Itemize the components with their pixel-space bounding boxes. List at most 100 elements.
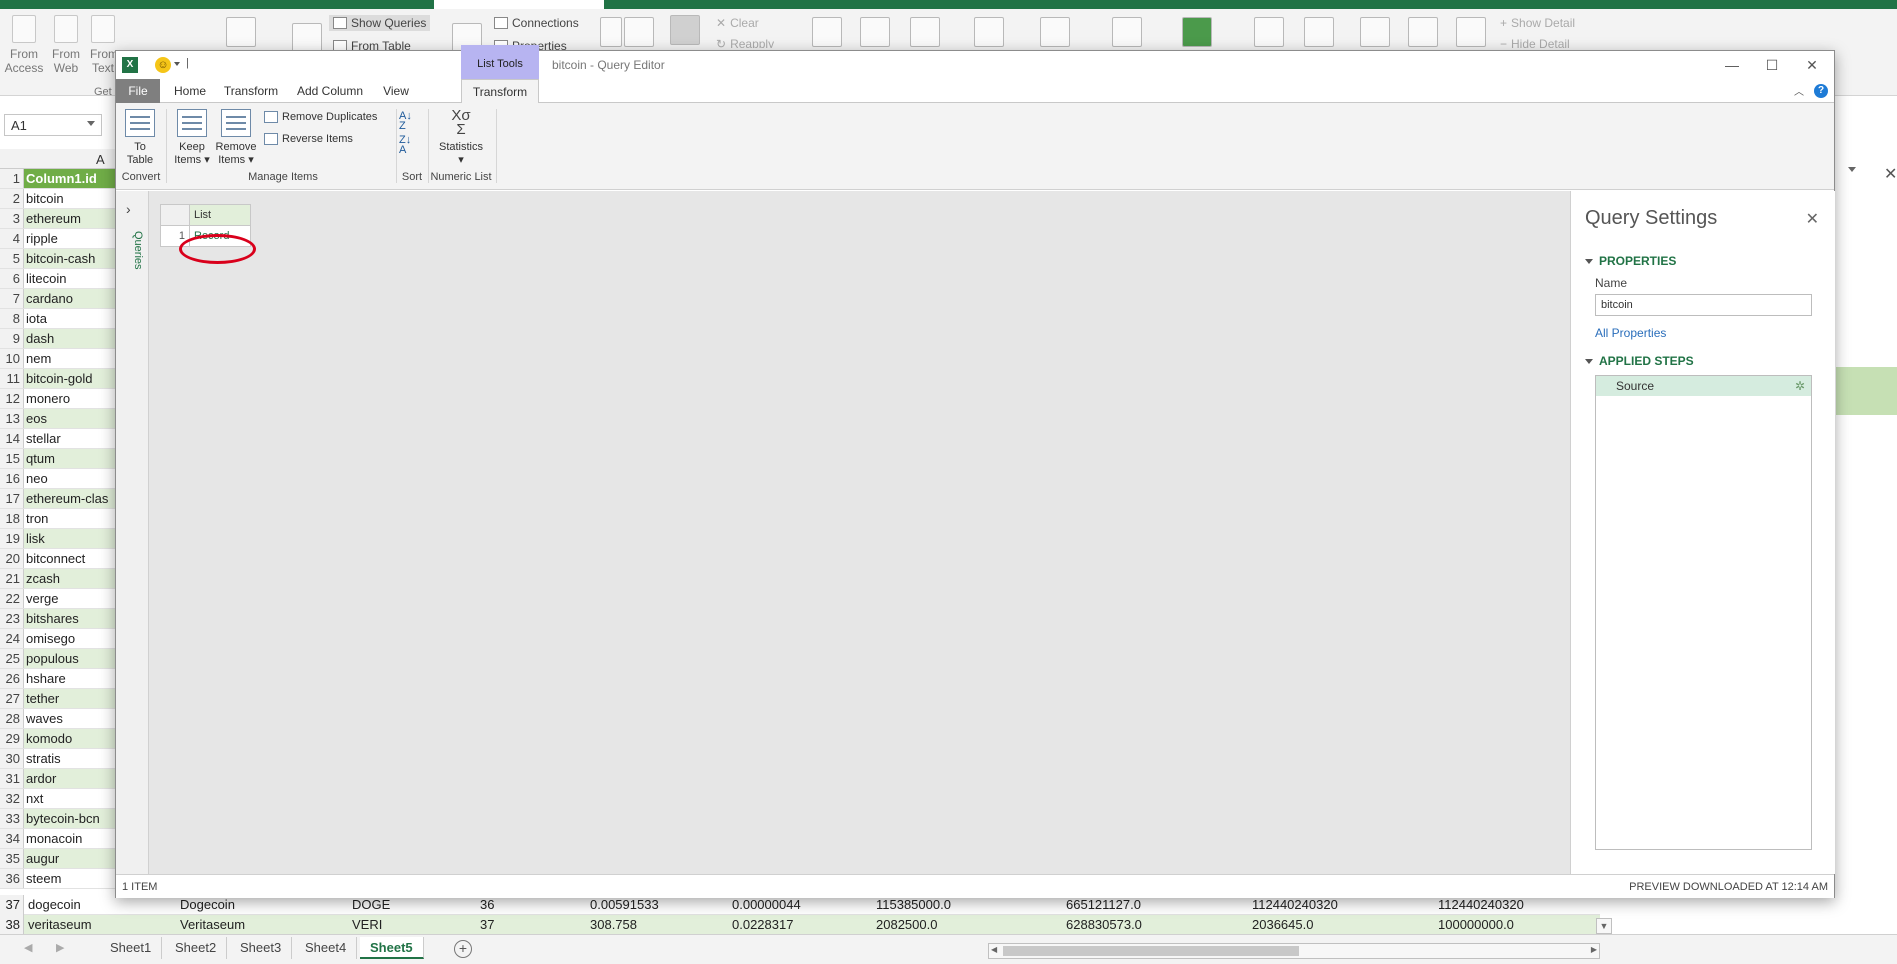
row-number[interactable]: 11	[0, 369, 24, 388]
sort-descending-icon[interactable]: Z↓ A	[399, 135, 411, 156]
cell[interactable]: Dogecoin	[178, 895, 346, 915]
tab-list-transform[interactable]: Transform	[461, 79, 539, 104]
row-number[interactable]: 35	[0, 849, 24, 868]
relationships-icon[interactable]	[1112, 17, 1142, 47]
cell[interactable]: ardor	[24, 769, 118, 788]
expand-chevron-icon[interactable]: ›	[126, 201, 131, 217]
row-number[interactable]: 23	[0, 609, 24, 628]
cell[interactable]: stratis	[24, 749, 118, 768]
cell[interactable]: verge	[24, 589, 118, 608]
cell[interactable]: steem	[24, 869, 118, 888]
cell[interactable]: nxt	[24, 789, 118, 808]
column-header-list[interactable]: List	[189, 204, 251, 226]
statistics-button[interactable]: Xσ Σ Statistics ▾	[435, 108, 487, 167]
scroll-left-icon[interactable]: ◀	[991, 945, 997, 954]
tab-transform[interactable]: Transform	[218, 79, 284, 103]
row-number[interactable]: 3	[0, 209, 24, 228]
customize-toolbar-icon[interactable]: |	[186, 57, 189, 69]
row-number[interactable]: 15	[0, 449, 24, 468]
to-table-button[interactable]: To Table	[122, 109, 158, 167]
reverse-items-button[interactable]: Reverse Items	[264, 133, 353, 145]
cell[interactable]: dogecoin	[26, 895, 174, 915]
refresh-icon[interactable]	[292, 23, 322, 53]
row-number[interactable]: 7	[0, 289, 24, 308]
scroll-right-icon[interactable]: ▶	[1591, 945, 1597, 954]
row-number[interactable]: 5	[0, 249, 24, 268]
row-number[interactable]: 17	[0, 489, 24, 508]
scroll-down-arrow[interactable]: ▼	[1596, 918, 1612, 934]
smiley-feedback-icon[interactable]: ☺	[155, 57, 171, 73]
cell[interactable]: Column1.id	[24, 169, 118, 188]
close-icon[interactable]: ✕	[1806, 209, 1819, 229]
row-number[interactable]: 26	[0, 669, 24, 688]
queries-pane[interactable]: › Queries	[116, 191, 149, 874]
name-box[interactable]: A1	[4, 114, 102, 136]
cell[interactable]: zcash	[24, 569, 118, 588]
row-number[interactable]: 31	[0, 769, 24, 788]
cell[interactable]: DOGE	[350, 895, 474, 915]
group-icon[interactable]	[1360, 17, 1390, 47]
cell[interactable]: 308.758	[588, 915, 726, 935]
sheet-tab-sheet5[interactable]: Sheet5	[360, 937, 424, 959]
filter-icon[interactable]	[670, 15, 700, 45]
sort-icon[interactable]	[624, 17, 654, 47]
remove-duplicates-button[interactable]: Remove Duplicates	[264, 111, 377, 123]
cell[interactable]: litecoin	[24, 269, 118, 288]
cell[interactable]: iota	[24, 309, 118, 328]
row-number[interactable]: 34	[0, 829, 24, 848]
remove-items-button[interactable]: Remove Items ▾	[215, 109, 257, 167]
row-number[interactable]: 1	[0, 169, 24, 188]
cell[interactable]: 628830573.0	[1064, 915, 1246, 935]
cell[interactable]: ethereum-clas	[24, 489, 118, 508]
cell[interactable]: bitconnect	[24, 549, 118, 568]
all-properties-link[interactable]: All Properties	[1595, 326, 1666, 340]
row-number[interactable]: 22	[0, 589, 24, 608]
cell[interactable]: 665121127.0	[1064, 895, 1246, 915]
clear-button[interactable]: ✕ Clear	[716, 16, 759, 30]
row-number[interactable]: 37	[0, 895, 24, 915]
subtotal-icon[interactable]	[1456, 17, 1486, 47]
tab-add-column[interactable]: Add Column	[288, 79, 372, 103]
help-icon[interactable]: ?	[1814, 84, 1828, 98]
cell[interactable]: komodo	[24, 729, 118, 748]
cell[interactable]: ripple	[24, 229, 118, 248]
scrollbar-thumb[interactable]	[1003, 946, 1299, 956]
cell[interactable]: veritaseum	[26, 915, 174, 935]
flash-fill-icon[interactable]	[860, 17, 890, 47]
cell[interactable]: omisego	[24, 629, 118, 648]
row-number[interactable]: 30	[0, 749, 24, 768]
gear-icon[interactable]: ✲	[1795, 379, 1805, 393]
hide-detail-button[interactable]: − Hide Detail	[1500, 39, 1570, 48]
remove-duplicates-icon[interactable]	[910, 17, 940, 47]
cell[interactable]: augur	[24, 849, 118, 868]
cell[interactable]: neo	[24, 469, 118, 488]
cell[interactable]: cardano	[24, 289, 118, 308]
cell[interactable]: 36	[478, 895, 584, 915]
minimize-icon[interactable]: —	[1712, 54, 1752, 76]
scroll-left-icon[interactable]: ◀	[24, 941, 32, 954]
close-icon[interactable]: ✕	[1792, 54, 1832, 76]
cell[interactable]: tether	[24, 689, 118, 708]
cell[interactable]: 100000000.0	[1436, 915, 1596, 935]
maximize-icon[interactable]: ☐	[1752, 54, 1792, 76]
ungroup-icon[interactable]	[1408, 17, 1438, 47]
cell[interactable]: monero	[24, 389, 118, 408]
row-number[interactable]: 13	[0, 409, 24, 428]
row-number[interactable]: 18	[0, 509, 24, 528]
row-number[interactable]: 20	[0, 549, 24, 568]
cell[interactable]: 0.00000044	[730, 895, 870, 915]
cell[interactable]: bitshares	[24, 609, 118, 628]
selected-query-highlight[interactable]	[1836, 367, 1897, 415]
keep-items-button[interactable]: Keep Items ▾	[173, 109, 211, 167]
cell[interactable]: nem	[24, 349, 118, 368]
row-number[interactable]: 33	[0, 809, 24, 828]
row-number[interactable]: 12	[0, 389, 24, 408]
cell[interactable]: 112440240320	[1250, 895, 1432, 915]
sheet-tab-sheet4[interactable]: Sheet4	[295, 937, 358, 959]
sort-ascending-icon[interactable]: A↓ Z	[399, 111, 412, 132]
forecast-icon[interactable]	[1304, 17, 1334, 47]
show-queries-button[interactable]: Show Queries	[329, 15, 431, 31]
tab-view[interactable]: View	[374, 79, 418, 103]
column-header-a[interactable]: A	[0, 149, 118, 169]
cell[interactable]: ethereum	[24, 209, 118, 228]
